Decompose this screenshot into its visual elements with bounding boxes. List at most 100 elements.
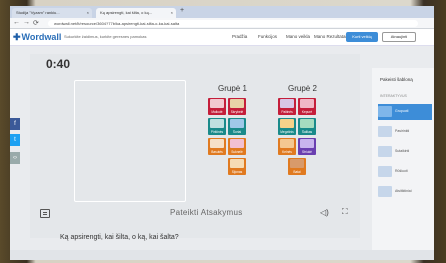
site-tagline: Sukurkite žaidimus, kurkite geresnes pam… xyxy=(64,34,147,39)
trousers-icon xyxy=(280,139,294,148)
card-label: Megztinis xyxy=(280,130,294,134)
browser-tab-active[interactable]: Ką apsirengti, kai šilta, o ką... × xyxy=(96,8,176,18)
card-label: Sijonas xyxy=(231,170,243,174)
card-label: Šortai xyxy=(232,130,242,134)
card-label: Striukė xyxy=(302,150,312,154)
url-field[interactable]: wordwall.net/lt/resource/3604?77b/ka-aps… xyxy=(48,20,418,27)
reload-icon[interactable]: ⟳ xyxy=(33,19,39,27)
card-label: Paltinės xyxy=(281,110,293,114)
card-maikute[interactable]: Maikutė xyxy=(208,98,226,115)
address-bar: ← → ⟳ wordwall.net/lt/resource/3604?77b/… xyxy=(10,18,434,29)
sweater-icon xyxy=(280,119,294,128)
sidebar-title: Pakeisti šabloną xyxy=(380,77,413,82)
card-striuke[interactable]: Striukė xyxy=(298,138,316,155)
create-activity-button[interactable]: Kurti veiklą xyxy=(346,32,378,42)
twitter-share-button[interactable]: t xyxy=(10,134,20,146)
back-icon[interactable]: ← xyxy=(13,19,20,26)
card-kelnes[interactable]: Kelnės xyxy=(278,138,296,155)
card-label: Batai xyxy=(293,170,301,174)
facebook-icon: f xyxy=(14,121,16,127)
close-icon[interactable]: × xyxy=(171,8,173,18)
group-2-label: Grupė 2 xyxy=(288,84,317,93)
embed-share-button[interactable]: ‹› xyxy=(10,152,20,164)
shirt-icon xyxy=(210,99,224,108)
card-label: Basutės xyxy=(211,150,223,154)
logo-icon: ✚ xyxy=(13,32,21,42)
page-footer xyxy=(10,250,434,260)
card-sijonas[interactable]: Sijonas xyxy=(228,158,246,175)
coat-icon xyxy=(280,99,294,108)
logo-text: Wordwall xyxy=(21,32,62,42)
card-label: Kepurė xyxy=(301,110,313,114)
card-basutes[interactable]: Basutės xyxy=(208,138,226,155)
card-label: Kelnės xyxy=(282,150,292,154)
scarf-icon xyxy=(300,119,314,128)
close-icon[interactable]: × xyxy=(87,8,89,18)
card-batai[interactable]: Batai xyxy=(288,158,306,175)
card-label: Maikutė xyxy=(211,110,223,114)
gloves-icon xyxy=(210,119,224,128)
template-thumbnail xyxy=(378,106,392,117)
nav-home[interactable]: Pradžia xyxy=(232,34,247,39)
template-thumbnail xyxy=(378,126,392,137)
boots-icon xyxy=(290,159,304,168)
template-thumbnail xyxy=(378,186,392,197)
sandals-icon xyxy=(210,139,224,148)
shorts-icon xyxy=(230,119,244,128)
cap-icon xyxy=(300,99,314,108)
card-pirstines[interactable]: Pirštinės xyxy=(208,118,226,135)
template-label: Rūšiuoti xyxy=(395,169,408,173)
group-1-label: Grupė 1 xyxy=(218,84,247,93)
forward-icon[interactable]: → xyxy=(23,19,30,26)
card-sortai[interactable]: Šortai xyxy=(228,118,246,135)
template-group-sort[interactable]: Grupuoti xyxy=(378,104,432,120)
timer: 0:40 xyxy=(46,57,71,71)
card-label: Skrybelė xyxy=(230,110,244,114)
browser-tab[interactable]: Studija "Vyzam" rankiu... × xyxy=(12,8,92,18)
template-thumbnail xyxy=(378,146,392,157)
menu-icon[interactable] xyxy=(40,209,50,218)
fullscreen-icon[interactable]: ⛶ xyxy=(342,207,348,217)
template-label: Grupuoti xyxy=(395,109,409,113)
template-thumbnail xyxy=(378,166,392,177)
upgrade-button[interactable]: Atnaujinti xyxy=(382,32,416,42)
photo-frame: Studija "Vyzam" rankiu... × Ką apsirengt… xyxy=(0,0,446,263)
submit-answers-button[interactable]: Pateikti Atsakymus xyxy=(170,208,243,217)
template-label: Pasirinkti xyxy=(395,129,410,133)
card-megztinis[interactable]: Megztinis xyxy=(278,118,296,135)
wordwall-logo[interactable]: ✚Wordwall xyxy=(13,32,61,43)
dress-icon xyxy=(230,139,244,148)
template-sort[interactable]: Rūšiuoti xyxy=(378,164,432,180)
card-label: Pirštinės xyxy=(210,130,224,134)
template-random[interactable]: Atsitiktiniai xyxy=(378,184,432,200)
speaker-icon[interactable]: ◁) xyxy=(320,208,329,217)
drop-zone[interactable] xyxy=(74,80,186,202)
new-tab-button[interactable]: + xyxy=(180,7,184,14)
template-match[interactable]: Pasirinkti xyxy=(378,124,432,140)
nav-my-activities[interactable]: Mano veikla xyxy=(286,34,310,39)
browser-window: Studija "Vyzam" rankiu... × Ką apsirengt… xyxy=(10,6,434,260)
site-header: ✚Wordwall Sukurkite žaidimus, kurkite ge… xyxy=(10,29,434,46)
template-label: Atsitiktiniai xyxy=(395,189,412,193)
nav-my-results[interactable]: Mano Rezultatai xyxy=(314,34,347,39)
template-label: Sutaikinti xyxy=(395,149,410,153)
embed-icon: ‹› xyxy=(13,155,17,161)
card-salikas[interactable]: Šalikas xyxy=(298,118,316,135)
nav-features[interactable]: Funkcijos xyxy=(258,34,277,39)
tab-title: Studija "Vyzam" rankiu... xyxy=(16,10,60,15)
card-suknele[interactable]: Suknelė xyxy=(228,138,246,155)
card-paltines[interactable]: Paltinės xyxy=(278,98,296,115)
card-label: Šalikas xyxy=(301,130,313,134)
hat-icon xyxy=(230,99,244,108)
jacket-icon xyxy=(300,139,314,148)
tab-title: Ką apsirengti, kai šilta, o ką... xyxy=(100,10,153,15)
twitter-icon: t xyxy=(14,137,16,143)
tab-bar: Studija "Vyzam" rankiu... × Ką apsirengt… xyxy=(10,6,434,18)
facebook-share-button[interactable]: f xyxy=(10,118,20,130)
template-pair[interactable]: Sutaikinti xyxy=(378,144,432,160)
sidebar-subtitle: INTERAKTYVUS xyxy=(380,94,407,98)
card-skrybele[interactable]: Skrybelė xyxy=(228,98,246,115)
card-kepure[interactable]: Kepurė xyxy=(298,98,316,115)
card-label: Suknelė xyxy=(231,150,243,154)
template-sidebar: Pakeisti šabloną INTERAKTYVUS Grupuoti P… xyxy=(372,68,434,260)
